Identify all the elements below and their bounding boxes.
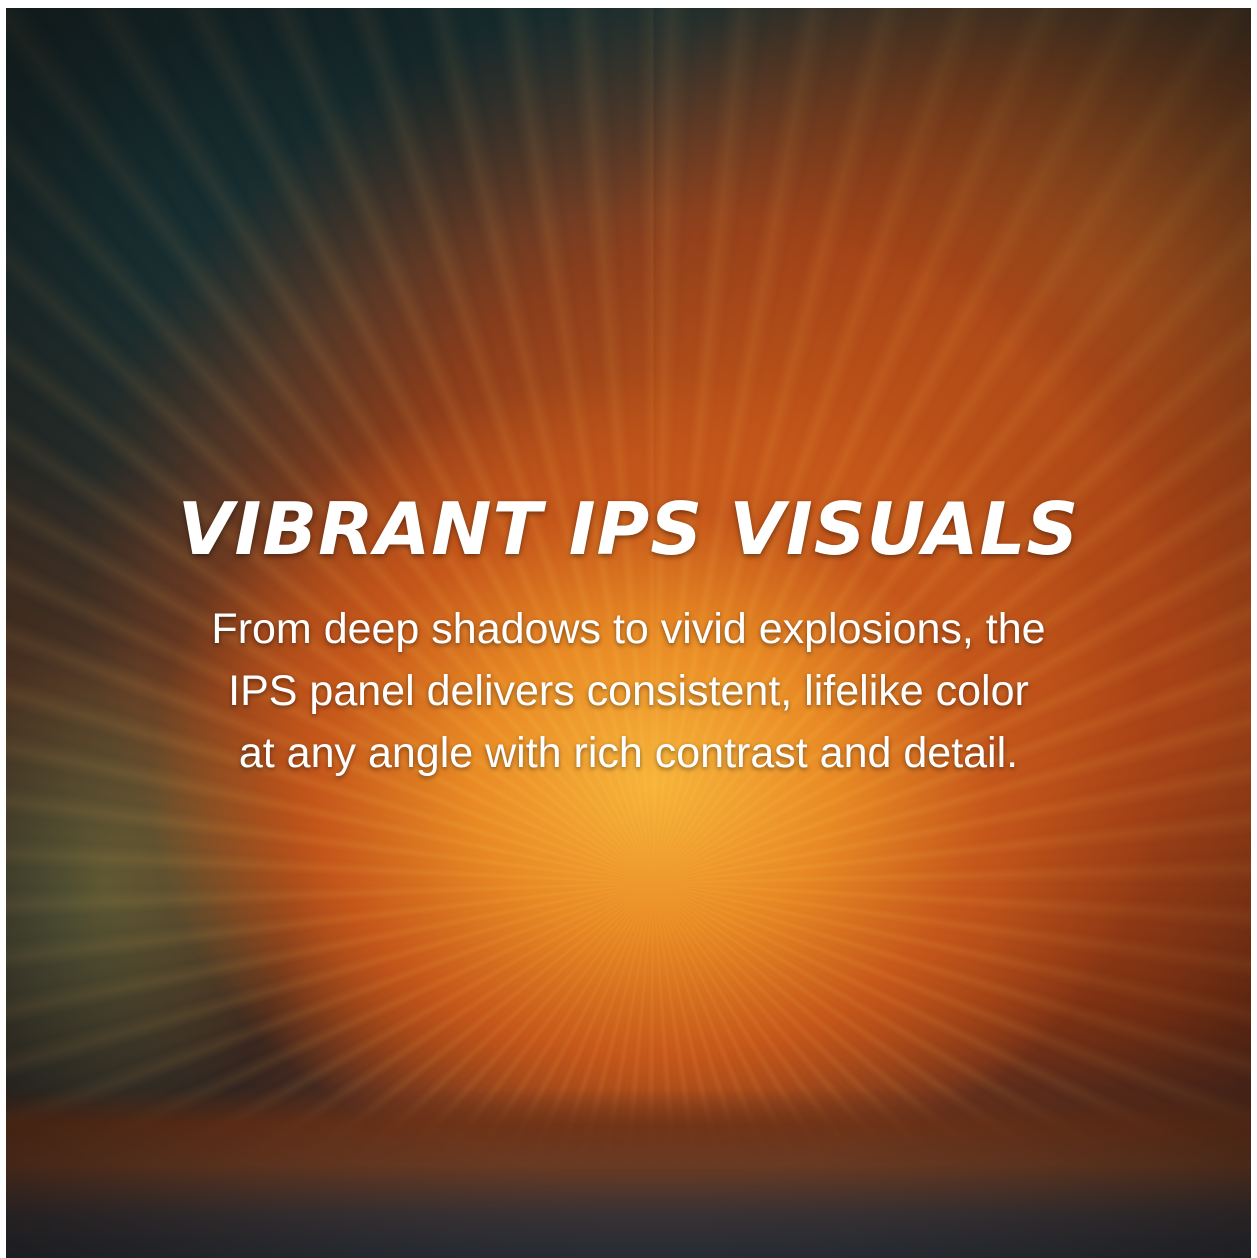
description-line: IPS panel delivers consistent, lifelike … <box>228 667 1029 715</box>
description-line: From deep shadows to vivid explosions, t… <box>211 605 1046 653</box>
description-line: at any angle with rich contrast and deta… <box>238 729 1019 777</box>
banner-description: From deep shadows to vivid explosions, t… <box>6 598 1251 784</box>
promo-banner: VIBRANT IPS VISUALS From deep shadows to… <box>6 8 1251 1258</box>
banner-title: VIBRANT IPS VISUALS <box>177 487 1080 571</box>
